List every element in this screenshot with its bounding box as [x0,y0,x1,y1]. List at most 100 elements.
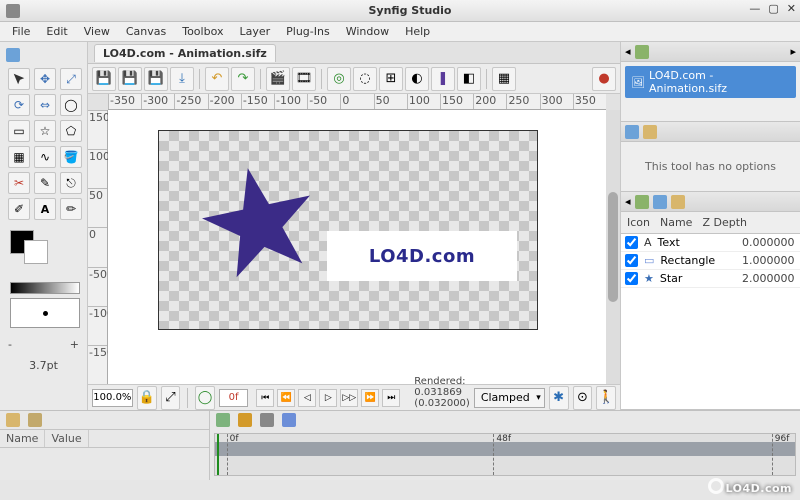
undo-icon[interactable]: ↶ [205,67,229,91]
mirror-tool[interactable]: ⇔ [34,94,56,116]
export-icon[interactable]: ⤓ [170,67,194,91]
zoom-level[interactable]: 100.0% [92,389,133,407]
onion-icon[interactable]: ⊙ [573,386,593,410]
draw-tool[interactable]: ✎ [34,172,56,194]
nav-prev-icon[interactable]: ◂ [625,45,631,58]
star-tool[interactable]: ☆ [34,120,56,142]
seek-prev-frame-icon[interactable]: ◁ [298,389,316,407]
params-col-value[interactable]: Value [45,430,88,447]
gradient-swatch[interactable] [10,282,80,294]
params-tab1-icon[interactable] [6,413,20,427]
zoom-fit-icon[interactable]: ⤢ [161,386,181,410]
layer-visible-checkbox[interactable] [625,236,638,249]
layers-col-zdepth[interactable]: Z Depth [702,216,747,229]
stroke-decrease[interactable]: - [8,338,12,351]
canvas-browser-tab-icon[interactable] [635,45,649,59]
seek-begin-icon[interactable]: ⏮ [256,389,274,407]
params-tab2-icon[interactable] [28,413,42,427]
document-tab[interactable]: LO4D.com - Animation.sifz [94,44,276,62]
redo-icon[interactable]: ↷ [231,67,255,91]
tool-options-icon[interactable] [625,125,639,139]
play-icon[interactable]: ▷ [319,389,337,407]
spline-tool[interactable]: ∿ [34,146,56,168]
seek-next-frame-icon[interactable]: ▷▷ [340,389,358,407]
layer-visible-checkbox[interactable] [625,272,638,285]
timeline-tab1-icon[interactable] [216,413,230,427]
layers-tab3-icon[interactable] [671,195,685,209]
layer-row[interactable]: ▭Rectangle1.000000 [621,252,800,270]
layers-col-name[interactable]: Name [660,216,692,229]
layer-row[interactable]: AText0.000000 [621,234,800,252]
preview-icon[interactable]: 🎞 [292,67,316,91]
layer-row[interactable]: ★Star2.000000 [621,270,800,288]
layers-tab2-icon[interactable] [653,195,667,209]
timeline-cursor[interactable] [217,434,219,475]
width-tool[interactable]: ⎋ [60,172,82,194]
menu-window[interactable]: Window [338,23,397,40]
nav-next-icon[interactable]: ▸ [790,45,796,58]
render-icon[interactable]: 🎬 [266,67,290,91]
rectangle-tool[interactable]: ▭ [8,120,30,142]
transform-tool[interactable] [8,68,30,90]
canvas-text-layer[interactable]: LO4D.com [369,246,475,267]
seek-prev-kf-icon[interactable]: ⏪ [277,389,295,407]
rotate-tool[interactable]: ⟳ [8,94,30,116]
maximize-button[interactable]: ▢ [768,2,778,15]
save-as-icon[interactable]: 💾 [118,67,142,91]
scale-tool[interactable]: ⤢ [60,68,82,90]
menu-edit[interactable]: Edit [38,23,75,40]
smooth-move-tool[interactable]: ✥ [34,68,56,90]
cutout-tool[interactable]: ✂ [8,172,30,194]
layers-col-icon[interactable]: Icon [627,216,650,229]
onion-skin-opt-icon[interactable]: ◌ [353,67,377,91]
timeline-tab4-icon[interactable] [282,413,296,427]
rectangle-shape[interactable]: LO4D.com [327,231,517,281]
animate-mode-icon[interactable]: 🚶 [596,386,616,410]
grid-toggle-icon[interactable]: ▦ [492,67,516,91]
gradient-tool[interactable]: ▦ [8,146,30,168]
low-res-icon[interactable]: ◧ [457,67,481,91]
layers-nav-prev-icon[interactable]: ◂ [625,195,631,208]
tool-options-tab-icon[interactable] [643,125,657,139]
toolbox-tab-icon[interactable] [6,48,20,62]
seek-next-kf-icon[interactable]: ⏩ [361,389,379,407]
circle-tool[interactable]: ◯ [60,94,82,116]
canvas-viewport[interactable]: LO4D.com [108,110,606,384]
timeline-track[interactable]: 0f48f96f [214,433,796,476]
layer-visible-checkbox[interactable] [625,254,638,267]
menu-toolbox[interactable]: Toolbox [174,23,231,40]
menu-canvas[interactable]: Canvas [118,23,174,40]
close-button[interactable]: ✕ [787,2,796,15]
save-all-icon[interactable]: 💾 [144,67,168,91]
canvas-browser-item[interactable]: 🖼 LO4D.com - Animation.sifz [625,66,796,98]
save-icon[interactable]: 💾 [92,67,116,91]
zoom-lock-icon[interactable]: 🔒 [137,386,157,410]
minimize-button[interactable]: — [749,2,760,15]
fill-tool[interactable]: 🪣 [60,146,82,168]
seek-end-icon[interactable]: ⏭ [382,389,400,407]
interpolation-mode-select[interactable]: Clamped [474,388,545,408]
onion-skin-icon[interactable]: ◎ [327,67,351,91]
eyedrop-tool[interactable]: ✐ [8,198,30,220]
polygon-tool[interactable]: ⬠ [60,120,82,142]
menu-plugins[interactable]: Plug-Ins [278,23,338,40]
menu-help[interactable]: Help [397,23,438,40]
toggle-animate-icon[interactable]: ◯ [195,386,215,410]
stroke-increase[interactable]: + [70,338,79,351]
menu-view[interactable]: View [76,23,118,40]
vertical-scrollbar[interactable] [606,110,620,384]
star-shape[interactable] [199,161,319,281]
keyframe-icon[interactable]: ✱ [549,386,569,410]
timeline-tab3-icon[interactable] [260,413,274,427]
timeline-tab2-icon[interactable] [238,413,252,427]
current-frame[interactable]: 0f [219,389,248,407]
menu-layer[interactable]: Layer [231,23,278,40]
layers-tab1-icon[interactable] [635,195,649,209]
sketch-tool[interactable]: ✏ [60,198,82,220]
background-color-swatch[interactable] [24,240,48,264]
params-col-name[interactable]: Name [0,430,45,447]
menu-file[interactable]: File [4,23,38,40]
artboard[interactable]: LO4D.com [158,130,538,330]
record-icon[interactable]: ● [592,67,616,91]
guides-icon[interactable]: ❚ [431,67,455,91]
